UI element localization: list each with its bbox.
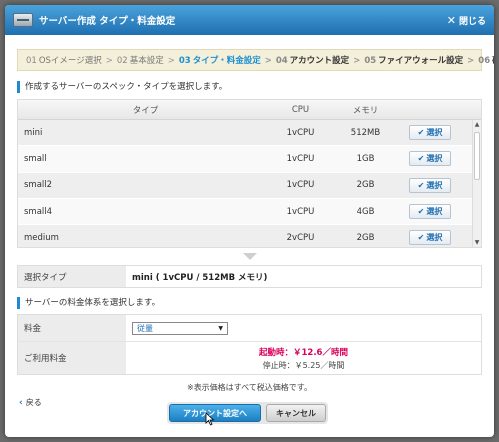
check-icon: ✔ — [417, 207, 425, 217]
select-button[interactable]: ✔ 選択 — [409, 125, 451, 141]
table-row: small 1vCPU 1GB ✔ 選択 — [18, 146, 481, 173]
row-type: mini — [24, 127, 43, 138]
row-memory: 1GB — [356, 153, 375, 164]
scroll-up-icon[interactable]: ▲ — [473, 120, 481, 129]
step-os-image: 01 OSイメージ選択 > — [26, 56, 113, 66]
spec-section-title: 作成するサーバーのスペック・タイプを選択します。 — [17, 81, 482, 93]
row-memory: 2GB — [356, 232, 375, 243]
scroll-down-icon[interactable]: ▼ — [473, 238, 481, 247]
row-type: small4 — [24, 206, 53, 217]
close-label: 閉じる — [458, 16, 486, 27]
table-scrollbar[interactable]: ▲ ▼ — [472, 120, 481, 247]
dialog-titlebar: サーバー作成 タイプ・料金設定 ✕ 閉じる — [5, 5, 494, 35]
server-create-dialog: サーバー作成 タイプ・料金設定 ✕ 閉じる 01 OSイメージ選択 > 02 基本設定… — [5, 5, 494, 437]
pricing-plan-value: 従量 — [137, 323, 153, 333]
row-cpu: 1vCPU — [286, 127, 315, 138]
back-link[interactable]: ‹ 戻る — [19, 397, 42, 408]
row-memory: 512MB — [350, 127, 381, 138]
row-type: small — [24, 153, 47, 164]
close-icon: ✕ — [446, 13, 456, 27]
select-button[interactable]: ✔ 選択 — [409, 151, 451, 167]
step-type-pricing: 03 タイプ・料金設定 > — [178, 56, 272, 66]
close-button[interactable]: ✕ 閉じる — [447, 14, 486, 27]
plan-label: 料金 — [18, 315, 126, 341]
check-icon: ✔ — [417, 154, 425, 164]
table-row: small2 1vCPU 2GB ✔ 選択 — [18, 172, 481, 199]
check-icon: ✔ — [417, 180, 425, 190]
server-type-table: タイプ CPU メモリ mini 1vCPU 512MB ✔ 選択 small 1… — [17, 99, 482, 248]
row-memory: 4GB — [356, 206, 375, 217]
dialog-footer: ‹ 戻る アカウント設定へ キャンセル — [17, 397, 482, 424]
fee-label: ご利用料金 — [18, 342, 126, 374]
pricing-panel: 料金 従量 ▼ ご利用料金 起動時：￥12.6／時間 停止時：￥5.25／時間 — [17, 314, 482, 375]
scrollbar-thumb[interactable] — [474, 132, 480, 180]
column-header-memory: メモリ — [352, 105, 379, 116]
cancel-button[interactable]: キャンセル — [266, 404, 326, 422]
row-cpu: 1vCPU — [286, 153, 315, 164]
dialog-content: 01 OSイメージ選択 > 02 基本設定 > 03 タイプ・料金設定 > 04 アカウント設… — [17, 35, 494, 437]
row-cpu: 1vCPU — [286, 180, 315, 191]
table-row: small4 1vCPU 4GB ✔ 選択 — [18, 198, 481, 226]
step-basic-settings: 02 基本設定 > — [116, 56, 175, 66]
pricing-plan-select[interactable]: 従量 ▼ — [132, 321, 228, 335]
select-button[interactable]: ✔ 選択 — [409, 230, 451, 246]
select-button[interactable]: ✔ 選択 — [409, 204, 451, 220]
row-cpu: 1vCPU — [286, 206, 315, 217]
table-row: mini 1vCPU 512MB ✔ 選択 — [18, 120, 481, 147]
table-header: タイプ CPU メモリ — [18, 100, 481, 120]
dialog-title: サーバー作成 タイプ・料金設定 — [39, 16, 176, 27]
step-firewall-settings: 05 ファイアウォール設定 > — [364, 56, 475, 66]
column-header-type: タイプ — [132, 105, 159, 116]
row-cpu: 2vCPU — [286, 232, 315, 243]
fee-stopped: 停止時：￥5.25／時間 — [262, 360, 345, 370]
table-row: medium 2vCPU 2GB ✔ 選択 — [18, 225, 481, 247]
select-button[interactable]: ✔ 選択 — [409, 177, 451, 193]
step-account-settings: 04 アカウント設定 > — [275, 56, 361, 66]
next-account-settings-button[interactable]: アカウント設定へ — [169, 404, 261, 422]
action-buttons: アカウント設定へ キャンセル — [167, 402, 328, 424]
more-indicator-icon — [242, 253, 257, 260]
row-type: small2 — [24, 180, 53, 191]
wizard-steps: 01 OSイメージ選択 > 02 基本設定 > 03 タイプ・料金設定 > 04 アカウント設… — [17, 49, 494, 71]
selected-type-value: mini ( 1vCPU / 512MB メモリ) — [126, 266, 481, 287]
chevron-down-icon: ▼ — [218, 324, 223, 332]
tax-note: ※表示価格はすべて税込価格です。 — [186, 383, 313, 392]
chevron-left-icon: ‹ — [19, 397, 23, 408]
selected-type-panel: 選択タイプ mini ( 1vCPU / 512MB メモリ) — [17, 265, 482, 288]
fee-running: 起動時：￥12.6／時間 — [259, 347, 348, 358]
selected-type-label: 選択タイプ — [18, 266, 126, 287]
row-memory: 2GB — [356, 180, 375, 191]
server-icon — [13, 13, 33, 27]
check-icon: ✔ — [417, 233, 425, 243]
pricing-section-title: サーバーの料金体系を選択します。 — [17, 297, 482, 309]
row-type: medium — [24, 232, 59, 243]
check-icon: ✔ — [417, 128, 425, 138]
mouse-cursor-icon — [205, 412, 215, 426]
step-confirm: 06確認 — [478, 56, 494, 66]
column-header-cpu: CPU — [291, 104, 310, 115]
